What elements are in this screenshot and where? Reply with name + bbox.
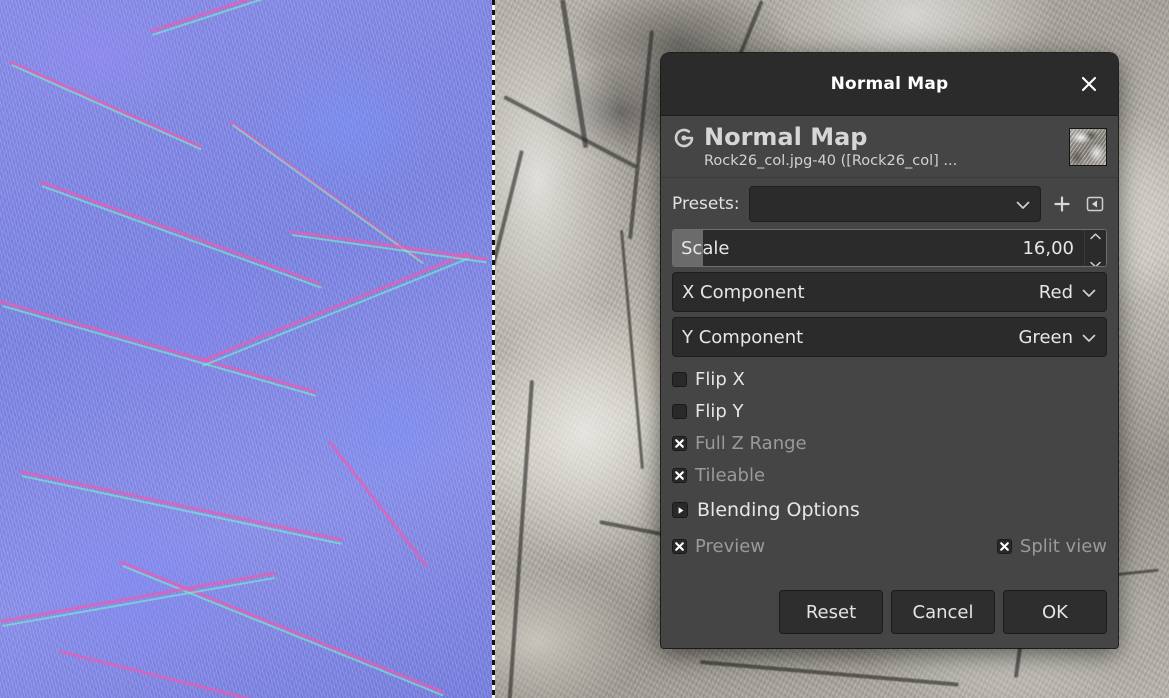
close-icon[interactable] bbox=[1072, 67, 1106, 101]
presets-label: Presets: bbox=[672, 194, 740, 215]
scale-label: Scale bbox=[681, 237, 730, 259]
checkbox-box-checked bbox=[996, 538, 1012, 554]
scale-value[interactable]: 16,00 bbox=[1022, 238, 1084, 259]
scale-spinner[interactable] bbox=[1084, 230, 1106, 267]
dialog-action-buttons: Reset Cancel OK bbox=[661, 578, 1118, 648]
checkbox-flip-x[interactable]: Flip X bbox=[672, 363, 1107, 395]
preview-options-row: Preview Split view bbox=[661, 529, 1118, 563]
x-component-dropdown[interactable]: X Component Red bbox=[672, 272, 1107, 313]
operation-title-row: Normal Map bbox=[673, 123, 1106, 151]
dialog-title: Normal Map bbox=[830, 74, 949, 94]
checkbox-label: Tileable bbox=[695, 464, 766, 486]
split-view-label: Split view bbox=[1019, 535, 1107, 557]
checkbox-label: Full Z Range bbox=[695, 432, 807, 454]
parameter-rows: Scale 16,00 X Component Red Y Component … bbox=[661, 229, 1118, 358]
blending-options-expander[interactable]: Blending Options bbox=[661, 491, 1118, 529]
x-component-value: Red bbox=[1038, 281, 1073, 303]
chevron-down-icon bbox=[1082, 328, 1096, 347]
screen: Normal Map Normal Map Rock26_col.jpg-40 … bbox=[0, 0, 1169, 698]
checkbox-label: Flip X bbox=[695, 368, 745, 390]
layer-thumbnail bbox=[1069, 128, 1107, 166]
checkbox-preview[interactable]: Preview bbox=[672, 530, 765, 562]
dialog-titlebar[interactable]: Normal Map bbox=[661, 53, 1118, 116]
x-component-label: X Component bbox=[682, 281, 805, 303]
chevron-down-icon bbox=[1082, 283, 1096, 302]
scale-spin-slider[interactable]: Scale 16,00 bbox=[672, 229, 1107, 268]
plus-icon[interactable] bbox=[1050, 192, 1074, 216]
checkbox-box-unchecked bbox=[672, 403, 687, 419]
cancel-button[interactable]: Cancel bbox=[891, 590, 995, 634]
checkbox-split-view[interactable]: Split view bbox=[996, 530, 1107, 562]
y-component-label: Y Component bbox=[682, 326, 804, 348]
checkbox-tileable[interactable]: Tileable bbox=[672, 459, 1107, 491]
y-component-dropdown[interactable]: Y Component Green bbox=[672, 317, 1107, 358]
normal-map-result[interactable] bbox=[0, 0, 494, 698]
split-view-divider[interactable] bbox=[492, 0, 495, 698]
chevron-down-icon[interactable] bbox=[1090, 253, 1101, 267]
checkbox-box-checked bbox=[672, 435, 687, 451]
preview-label: Preview bbox=[695, 535, 766, 557]
checkbox-box-unchecked bbox=[672, 371, 687, 387]
presets-dropdown[interactable] bbox=[748, 186, 1041, 223]
y-component-value: Green bbox=[1018, 326, 1073, 348]
checkbox-box-checked bbox=[672, 538, 687, 554]
chevron-down-icon bbox=[1016, 195, 1030, 214]
checkbox-flip-y[interactable]: Flip Y bbox=[672, 395, 1107, 427]
normal-map-dialog: Normal Map Normal Map Rock26_col.jpg-40 … bbox=[661, 53, 1118, 648]
operation-header: Normal Map Rock26_col.jpg-40 ([Rock26_co… bbox=[661, 116, 1118, 179]
ok-button[interactable]: OK bbox=[1003, 590, 1107, 634]
operation-title: Normal Map bbox=[704, 123, 868, 151]
checkbox-label: Flip Y bbox=[695, 400, 744, 422]
reset-button[interactable]: Reset bbox=[779, 590, 883, 634]
expander-triangle-icon bbox=[672, 502, 688, 519]
blending-options-label: Blending Options bbox=[697, 499, 860, 522]
presets-row: Presets: bbox=[661, 178, 1118, 229]
dialog-body: Normal Map Rock26_col.jpg-40 ([Rock26_co… bbox=[661, 116, 1118, 648]
checkbox-full-z-range[interactable]: Full Z Range bbox=[672, 427, 1107, 459]
gimp-logo-icon bbox=[673, 127, 695, 149]
preset-menu-icon[interactable] bbox=[1083, 192, 1107, 216]
chevron-up-icon[interactable] bbox=[1090, 230, 1101, 244]
checkbox-box-checked bbox=[672, 467, 687, 483]
checkbox-list: Flip X Flip Y Full Z Range Tileable bbox=[661, 357, 1118, 491]
operation-subtitle: Rock26_col.jpg-40 ([Rock26_col] ... bbox=[704, 153, 958, 170]
